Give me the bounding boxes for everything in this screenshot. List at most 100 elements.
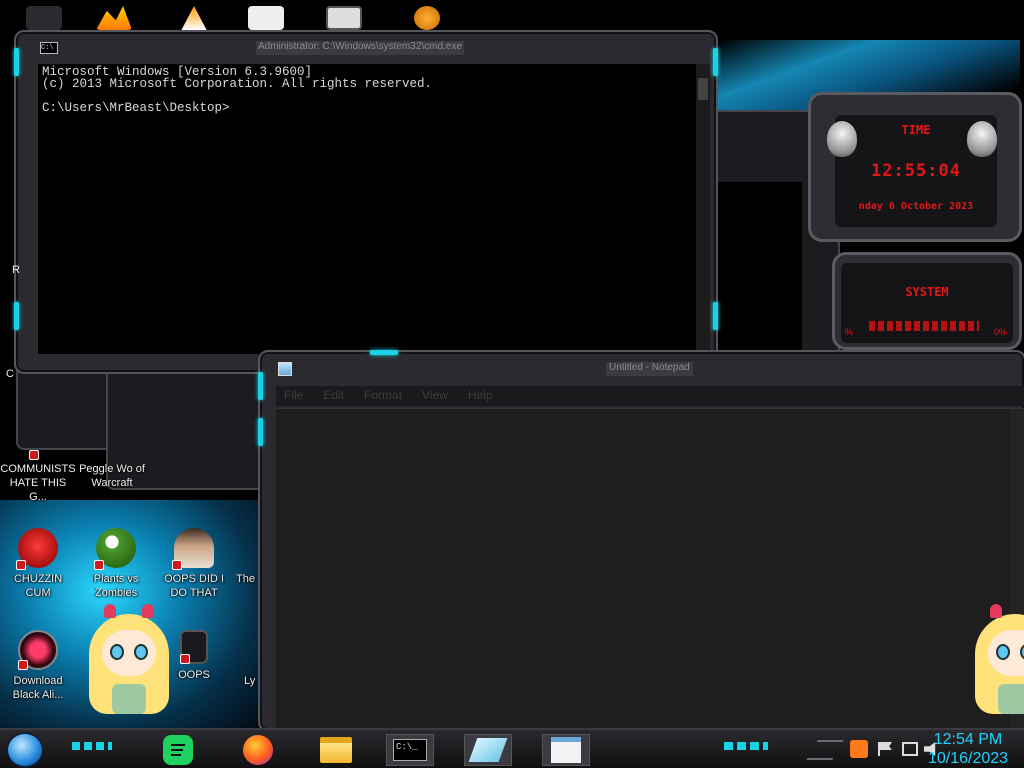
flag-icon[interactable] (878, 742, 892, 756)
console-prompt: C:\Users\MrBeast\Desktop> (42, 101, 230, 115)
system-gadget-cpu: % (845, 327, 854, 337)
sticker-body (112, 684, 146, 714)
taskbar-generic-app[interactable] (464, 734, 512, 766)
clock-gadget[interactable]: TIME 12:55:04 nday 6 October 2023 (808, 92, 1022, 242)
shortcut-arrow-icon (29, 450, 39, 460)
console-text: Microsoft Windows [Version 6.3.9600] (c)… (42, 66, 433, 115)
sticker-horn (104, 604, 116, 618)
clock-gadget-time: 12:55:04 (871, 161, 961, 181)
star-butterfly-sticker (970, 604, 1024, 714)
app-icon (468, 738, 508, 762)
top-app-icon-6[interactable] (414, 6, 440, 30)
clock-gadget-date: nday 6 October 2023 (858, 201, 974, 212)
folder-icon (320, 737, 352, 763)
cmd-console-area[interactable]: Microsoft Windows [Version 6.3.9600] (c)… (38, 64, 710, 354)
system-gadget-face: SYSTEM % 0% (841, 263, 1013, 343)
desktop-icon-label: COMMUNISTS HATE THIS G... (0, 463, 76, 503)
notepad-icon[interactable] (278, 362, 292, 376)
start-button[interactable] (6, 732, 44, 768)
desktop-icon-ly[interactable]: Ly (236, 630, 258, 688)
desktop-icon-communists[interactable]: COMMUNISTS HATE THIS G... (0, 446, 76, 504)
cmd-scroll-thumb[interactable] (698, 78, 708, 100)
taskbar-spotify[interactable] (160, 734, 196, 766)
system-gadget[interactable]: SYSTEM % 0% (832, 252, 1022, 350)
tray-app-icon[interactable] (850, 740, 868, 758)
taskbar-clock[interactable]: 12:54 PM 10/16/2023 (920, 730, 1016, 768)
sticker-eye (134, 644, 148, 660)
frame-accent (258, 372, 263, 400)
vlc-icon[interactable] (181, 6, 207, 30)
taskbar-firefox[interactable] (240, 734, 276, 766)
sticker-horn (990, 604, 1002, 618)
game-icon (29, 446, 45, 460)
desktop-icon-label: The (236, 573, 255, 585)
sticker-eye (996, 644, 1010, 660)
cmd-icon[interactable]: C:\ (40, 42, 58, 54)
system-gadget-ram: 0% (993, 327, 1007, 337)
taskbar-time: 12:54 PM (933, 731, 1003, 748)
show-hidden-icons[interactable] (806, 740, 844, 760)
notepad-window[interactable]: Untitled - Notepad File Edit Format View… (258, 350, 1024, 733)
desktop-icon-download-black-alien[interactable]: Download Black Ali... (0, 630, 76, 702)
firefox-icon (243, 735, 273, 765)
menu-file[interactable]: File (276, 386, 315, 406)
desktop-icon-peggle[interactable]: Peggle Wo of Warcraft (74, 446, 150, 490)
top-app-icon-4[interactable] (248, 6, 284, 30)
cmd-title: Administrator: C:\Windows\system32\cmd.e… (256, 41, 464, 55)
shortcut-arrow-icon (16, 560, 26, 570)
partial-icon (230, 528, 254, 568)
desktop-icon-chuzzin[interactable]: CHUZZIN CUM (0, 528, 76, 600)
spotify-icon-line (171, 754, 181, 756)
alienware-icon (18, 630, 58, 670)
menu-help[interactable]: Help (460, 386, 505, 406)
frame-accent (14, 48, 19, 76)
desktop-icon-label: Peggle Wo of Warcraft (79, 463, 145, 489)
shortcut-arrow-icon (18, 660, 28, 670)
plants-vs-zombies-icon (94, 528, 136, 570)
top-app-icon-5[interactable] (326, 6, 362, 30)
sticker-eye (110, 644, 124, 660)
network-icon[interactable] (902, 742, 918, 756)
system-gadget-header: SYSTEM (905, 285, 949, 299)
sticker-body (998, 684, 1024, 714)
frame-accent (713, 48, 718, 76)
menu-edit[interactable]: Edit (315, 386, 356, 406)
cmd-window[interactable]: C:\ Administrator: C:\Windows\system32\c… (14, 30, 718, 374)
desktop-icon-the[interactable]: The (226, 528, 258, 586)
desktop-icon-label-partial[interactable]: R (12, 264, 20, 276)
shortcut-arrow-icon (94, 560, 104, 570)
frame-accent (14, 302, 19, 330)
monitor-icon (180, 630, 208, 664)
top-app-icon-2[interactable] (96, 6, 132, 30)
frame-accent (370, 350, 398, 355)
alien-head-icon (967, 121, 997, 157)
frame-accent (258, 418, 263, 446)
desktop-icon-label-partial[interactable]: C (6, 368, 14, 380)
notepad-menubar: File Edit Format View Help (276, 386, 1024, 406)
taskbar-file-explorer[interactable] (318, 734, 354, 766)
menu-format[interactable]: Format (356, 386, 414, 406)
star-butterfly-sticker (84, 604, 174, 714)
notepad-taskbar-icon (551, 737, 581, 763)
desktop-icon-oops-did-i[interactable]: OOPS DID I DO THAT (156, 528, 232, 600)
top-app-icon-1[interactable] (26, 6, 62, 30)
background-window-client (714, 182, 814, 352)
partial-icon (237, 630, 257, 670)
system-gadget-bar (869, 321, 979, 331)
taskbar-accent (724, 742, 768, 750)
spotify-icon (163, 735, 193, 765)
taskbar-notepad[interactable] (542, 734, 590, 766)
frame-accent (713, 302, 718, 330)
taskbar-date: 10/16/2023 (927, 750, 1009, 767)
desktop-icon-label: CHUZZIN CUM (13, 573, 63, 599)
menu-view[interactable]: View (414, 386, 460, 406)
taskbar-cmd[interactable]: C:\_ (386, 734, 434, 766)
notepad-text-area[interactable] (276, 408, 1024, 733)
desktop-icon-label: Download Black Ali... (12, 675, 64, 701)
console-line: (c) 2013 Microsoft Corporation. All righ… (42, 77, 433, 91)
shortcut-arrow-icon (180, 654, 190, 664)
desktop-icon-plants-vs-zombies[interactable]: Plants vs Zombies (78, 528, 154, 600)
system-tray: 12:54 PM 10/16/2023 (806, 730, 1024, 768)
alien-head-icon (827, 121, 857, 157)
cmd-scrollbar[interactable] (696, 64, 710, 354)
